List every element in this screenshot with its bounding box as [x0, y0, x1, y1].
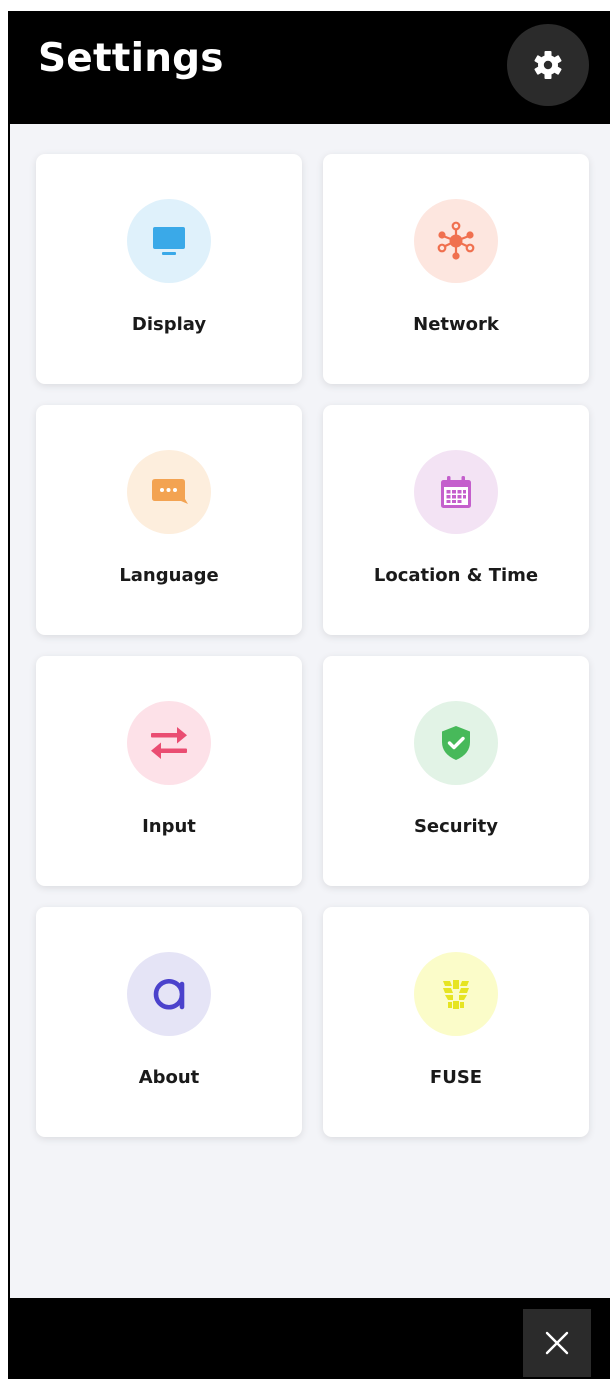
header-bar: Settings [10, 11, 610, 124]
input-icon-circle [127, 701, 211, 785]
location-time-card[interactable]: Location & Time [323, 405, 589, 635]
about-logo-icon [153, 978, 185, 1010]
monitor-icon [153, 227, 185, 255]
close-icon [545, 1331, 569, 1355]
chat-bubble-icon [152, 479, 188, 504]
fuse-logo-icon [443, 980, 469, 1009]
input-card[interactable]: Input [36, 656, 302, 886]
fuse-icon-circle [414, 952, 498, 1036]
fuse-card[interactable]: FUSE [323, 907, 589, 1137]
input-label: Input [142, 816, 196, 837]
close-button[interactable] [523, 1309, 591, 1377]
settings-button[interactable] [507, 24, 589, 106]
swap-arrows-icon [151, 727, 187, 759]
language-icon-circle [127, 450, 211, 534]
display-icon-circle [127, 199, 211, 283]
footer-bar [10, 1298, 610, 1379]
network-label: Network [413, 314, 499, 335]
fuse-label: FUSE [429, 1067, 483, 1088]
network-icon [437, 221, 475, 260]
security-card[interactable]: Security [323, 656, 589, 886]
network-icon-circle [414, 199, 498, 283]
display-label: Display [131, 314, 207, 335]
about-icon-circle [127, 952, 211, 1036]
calendar-icon [441, 476, 471, 508]
page-title: Settings [38, 36, 224, 81]
language-card[interactable]: Language [36, 405, 302, 635]
gear-icon [534, 51, 562, 79]
about-card[interactable]: About [36, 907, 302, 1137]
security-icon-circle [414, 701, 498, 785]
location-time-label: Location & Time [373, 565, 539, 586]
network-card[interactable]: Network [323, 154, 589, 384]
about-label: About [138, 1067, 200, 1088]
security-label: Security [413, 816, 499, 837]
location-time-icon-circle [414, 450, 498, 534]
language-label: Language [119, 565, 219, 586]
settings-window: Settings Display Network Language Locati… [8, 11, 610, 1379]
display-card[interactable]: Display [36, 154, 302, 384]
shield-check-icon [442, 726, 470, 760]
